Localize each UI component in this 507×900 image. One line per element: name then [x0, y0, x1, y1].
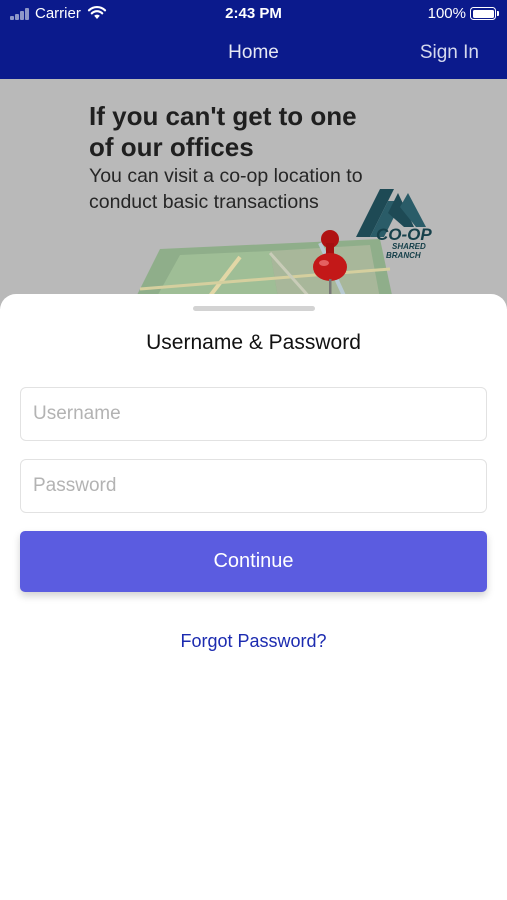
promo-banner: If you can't get to one of our offices Y… [0, 79, 507, 309]
map-pin-icon [313, 230, 347, 295]
banner-heading-line-2: of our offices [89, 132, 254, 162]
sheet-grabber[interactable] [193, 306, 315, 311]
sheet-title: Username & Password [146, 331, 361, 354]
continue-button[interactable]: Continue [20, 531, 487, 592]
banner-heading: If you can't get to one of our offices [89, 101, 409, 163]
banner-heading-line-1: If you can't get to one [89, 101, 357, 131]
sign-in-button[interactable]: Sign In [420, 42, 479, 64]
password-input[interactable] [20, 459, 487, 513]
forgot-password-link[interactable]: Forgot Password? [0, 631, 507, 652]
logo-sub-text-2: BRANCH [386, 251, 421, 260]
logo-sub-text-1: SHARED [392, 242, 426, 251]
screen: Carrier 2:43 PM 100% Home Sign In If you… [0, 0, 507, 900]
battery-icon [470, 7, 499, 20]
app-header: Carrier 2:43 PM 100% Home Sign In [0, 0, 507, 79]
username-input[interactable] [20, 387, 487, 441]
banner-subtitle-line-1: You can visit a co-op location to [89, 165, 363, 187]
status-bar: Carrier 2:43 PM 100% [0, 0, 507, 28]
login-sheet: Username & Password Continue Forgot Pass… [0, 294, 507, 900]
battery-percent: 100% [427, 5, 466, 22]
